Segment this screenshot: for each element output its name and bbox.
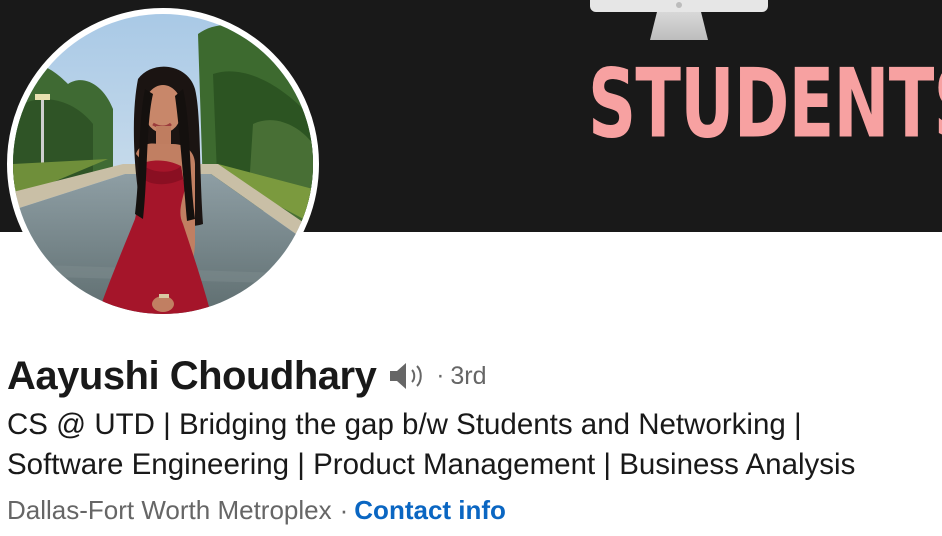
degree-separator: · xyxy=(436,362,445,389)
profile-headline: CS @ UTD | Bridging the gap b/w Students… xyxy=(7,405,939,485)
profile-top-card: STUDENTS Aayushi Choudhary · 3rd CS @ UT… xyxy=(0,0,942,536)
profile-name: Aayushi Choudhary xyxy=(7,353,377,398)
profile-location: Dallas-Fort Worth Metroplex xyxy=(7,495,332,525)
avatar-image xyxy=(13,14,313,314)
monitor-icon xyxy=(590,0,768,40)
speaker-icon[interactable] xyxy=(388,361,428,391)
headline-line-2: Software Engineering | Product Managemen… xyxy=(7,448,856,481)
profile-photo[interactable] xyxy=(7,8,319,320)
contact-info-link[interactable]: Contact info xyxy=(354,495,506,525)
location-row: Dallas-Fort Worth Metroplex · Contact info xyxy=(7,493,506,527)
banner-text: STUDENTS xyxy=(588,47,942,160)
headline-line-1: CS @ UTD | Bridging the gap b/w Students… xyxy=(7,408,802,441)
connection-degree: 3rd xyxy=(450,361,487,390)
location-separator: · xyxy=(339,495,349,525)
name-row: Aayushi Choudhary · 3rd xyxy=(7,350,486,402)
